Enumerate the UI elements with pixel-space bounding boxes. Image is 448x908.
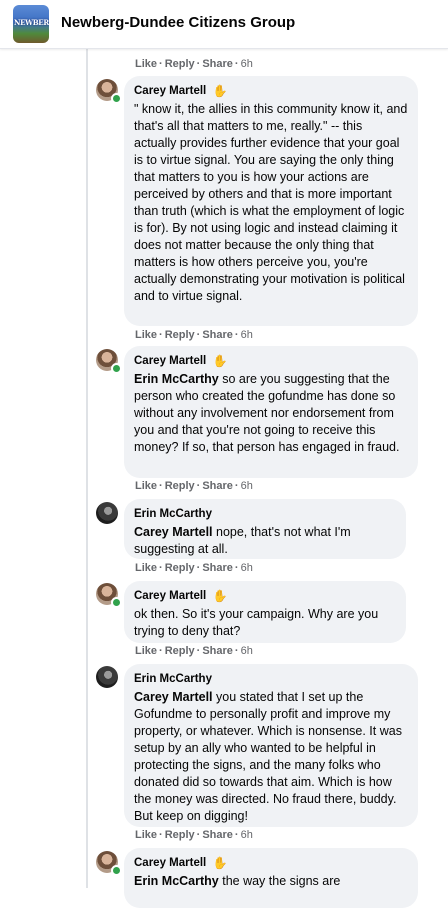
hand-wave-icon: ✋ [212,856,228,870]
mention-link[interactable]: Carey Martell [134,690,213,704]
comment-bubble: Erin McCarthy Carey Martell nope, that's… [124,499,406,559]
comment-time[interactable]: 6h [241,645,253,657]
online-indicator [111,363,122,374]
mention-link[interactable]: Carey Martell [134,525,213,539]
comment-time[interactable]: 6h [241,829,253,841]
comment-actions: Like · Reply · Share · 6h [135,329,253,341]
reply-button[interactable]: Reply [165,829,195,841]
comment-actions: Like · Reply · Share · 6h [135,645,253,657]
share-button[interactable]: Share [202,562,233,574]
comment-time[interactable]: 6h [241,58,253,70]
avatar[interactable] [96,666,118,688]
reply-button[interactable]: Reply [165,645,195,657]
online-indicator [111,865,122,876]
avatar[interactable] [96,502,118,524]
share-button[interactable]: Share [202,645,233,657]
comment-bubble: Erin McCarthy Carey Martell you stated t… [124,664,418,827]
comment-author[interactable]: Erin McCarthy [134,506,212,522]
like-button[interactable]: Like [135,329,157,341]
hand-wave-icon: ✋ [212,354,228,368]
comment-text: ok then. So it's your campaign. Why are … [134,607,379,638]
share-button[interactable]: Share [202,480,233,492]
comment-author[interactable]: Carey Martell [134,855,206,871]
like-button[interactable]: Like [135,562,157,574]
comment-bubble: Carey Martell ✋ Erin McCarthy the way th… [124,848,418,908]
group-logo-text: NEWBERG [14,18,49,27]
comment-actions: Like · Reply · Share · 6h [135,480,253,492]
comment-author[interactable]: Carey Martell [134,83,206,99]
group-header: NEWBERG Newberg-Dundee Citizens Group [0,0,448,49]
mention-link[interactable]: Erin McCarthy [134,372,219,386]
hand-wave-icon: ✋ [212,589,228,603]
comment-text: " know it, the allies in this community … [134,102,408,303]
comment-bubble: Carey Martell ✋ " know it, the allies in… [124,76,418,326]
reply-button[interactable]: Reply [165,329,195,341]
comment-text: Erin McCarthy so are you suggesting that… [134,372,400,454]
reply-button[interactable]: Reply [165,480,195,492]
hand-wave-icon: ✋ [212,84,228,98]
comment-author[interactable]: Carey Martell [134,353,206,369]
share-button[interactable]: Share [202,829,233,841]
comment-bubble: Carey Martell ✋ ok then. So it's your ca… [124,581,406,643]
share-button[interactable]: Share [202,329,233,341]
comment-actions: Like · Reply · Share · 6h [135,562,253,574]
like-button[interactable]: Like [135,480,157,492]
like-button[interactable]: Like [135,829,157,841]
like-button[interactable]: Like [135,58,157,70]
group-name[interactable]: Newberg-Dundee Citizens Group [61,14,295,31]
comment-text: Carey Martell you stated that I set up t… [134,690,402,823]
share-button[interactable]: Share [202,58,233,70]
comment-time[interactable]: 6h [241,329,253,341]
reply-button[interactable]: Reply [165,562,195,574]
like-button[interactable]: Like [135,645,157,657]
comment-bubble: Carey Martell ✋ Erin McCarthy so are you… [124,346,418,478]
thread-line [86,48,88,888]
comment-actions: Like · Reply · Share · 6h [135,58,253,70]
reply-button[interactable]: Reply [165,58,195,70]
online-indicator [111,93,122,104]
comment-text: Carey Martell nope, that's not what I'm … [134,525,351,556]
comment-time[interactable]: 6h [241,562,253,574]
comment-author[interactable]: Carey Martell [134,588,206,604]
comment-time[interactable]: 6h [241,480,253,492]
comment-text: Erin McCarthy the way the signs are [134,874,341,888]
online-indicator [111,597,122,608]
mention-link[interactable]: Erin McCarthy [134,874,219,888]
comment-author[interactable]: Erin McCarthy [134,671,212,687]
comment-actions: Like · Reply · Share · 6h [135,829,253,841]
group-avatar[interactable]: NEWBERG [13,5,49,43]
